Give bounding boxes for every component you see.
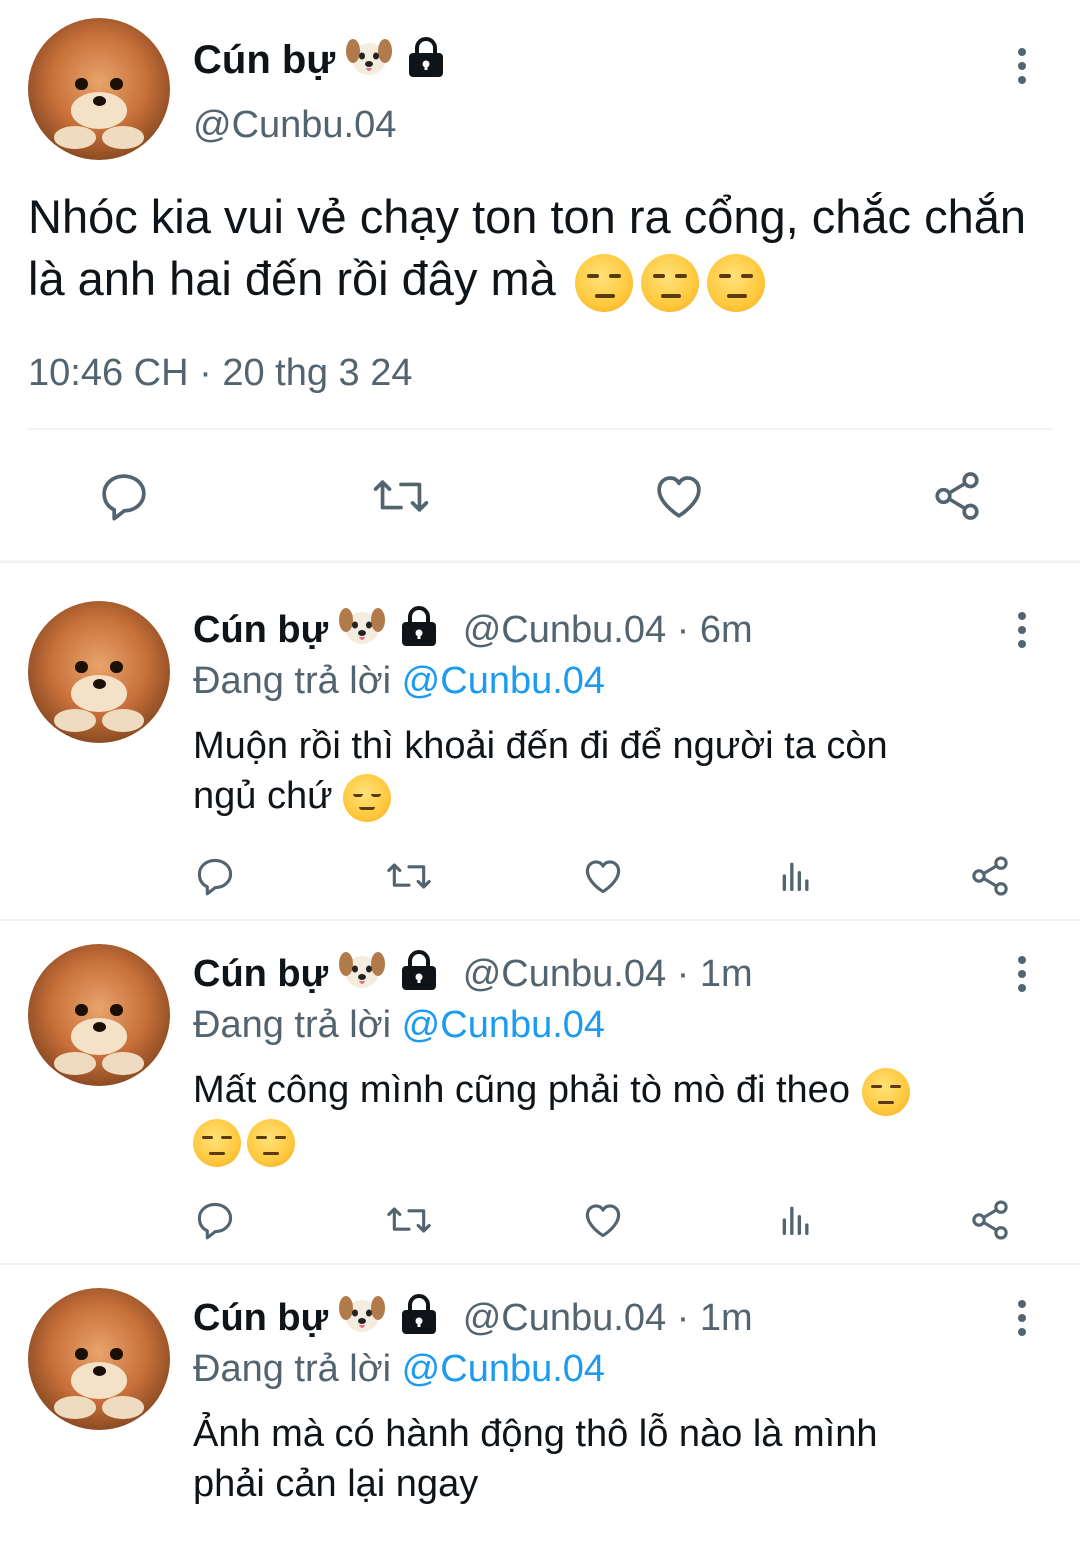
reply-text-line: Mất công mình cũng phải tò mò đi theo [193,1065,1053,1116]
author-name[interactable]: Cún bự [193,1297,328,1339]
replying-label: Đang trả lời [193,1004,392,1046]
dot-separator: · [676,1297,690,1340]
dog-face-emoji [338,1294,386,1346]
more-icon[interactable] [1016,956,1028,998]
reply-header: Cún bự @Cunbu.04 · 6m [193,606,753,658]
avatar[interactable] [28,601,170,743]
dog-face-emoji [338,950,386,1002]
tweet-text: Nhóc kia vui vẻ chạy ton ton ra cổng, ch… [28,190,1027,305]
replying-to-link[interactable]: @Cunbu.04 [402,1004,605,1046]
replying-to-link[interactable]: @Cunbu.04 [402,660,605,702]
heart-icon[interactable] [651,468,707,524]
dot-separator: · [199,352,212,394]
dog-face-emoji [345,37,393,88]
author-name: Cún bự [193,38,336,82]
tweet-text-block: Nhóc kia vui vẻ chạy ton ton ra cổng, ch… [28,186,1058,312]
replying-to: Đang trả lời @Cunbu.04 [193,1001,605,1049]
tweet-timestamp[interactable]: 10:46 CH · 20 thg 3 24 [28,350,413,396]
reply-text-line-2 [193,1116,1053,1167]
avatar[interactable] [28,944,170,1086]
reply-header: Cún bự @Cunbu.04 · 1m [193,1294,753,1346]
reply-time[interactable]: 6m [700,609,753,651]
unamused-emoji [247,1118,295,1167]
author-handle[interactable]: @Cunbu.04 [463,1297,666,1339]
retweet-icon[interactable] [371,468,431,524]
reply-time[interactable]: 1m [700,953,753,995]
author-handle[interactable]: @Cunbu.04 [463,609,666,651]
heart-icon[interactable] [581,1198,625,1242]
tweet-time: 10:46 CH [28,352,189,394]
reply-icon[interactable] [96,468,152,524]
replying-to: Đang trả lời @Cunbu.04 [193,657,605,705]
relieved-emoji [342,773,391,822]
replying-to-link[interactable]: @Cunbu.04 [402,1348,605,1390]
share-icon[interactable] [930,468,984,524]
retweet-icon[interactable] [385,854,433,898]
unamused-emoji [706,253,765,312]
reply-header: Cún bự @Cunbu.04 · 1m [193,950,753,1002]
reply-text: Ảnh mà có hành động thô lỗ nào là mình p… [193,1409,1053,1509]
reply-time[interactable]: 1m [700,1297,753,1339]
replying-label: Đang trả lời [193,1348,392,1390]
author-name[interactable]: Cún bự [193,953,328,995]
reply-text-line: Ảnh mà có hành động thô lỗ nào là mình [193,1413,878,1455]
reply-text: Muộn rồi thì khoải đến đi để người ta cò… [193,721,1053,822]
heart-icon[interactable] [581,854,625,898]
reply-text-line: Muộn rồi thì khoải đến đi để người ta cò… [193,725,888,767]
reply-icon[interactable] [193,854,237,898]
share-icon[interactable] [968,854,1012,898]
reply-icon[interactable] [193,1198,237,1242]
replying-to: Đang trả lời @Cunbu.04 [193,1345,605,1393]
reply-text-line-2: phải cản lại ngay [193,1463,479,1505]
lock-icon [398,606,440,658]
views-icon[interactable] [776,856,816,896]
lock-icon [405,36,447,88]
divider [0,919,1080,921]
more-icon[interactable] [1016,612,1028,654]
avatar[interactable] [28,18,170,160]
unamused-emoji [193,1118,241,1167]
dot-separator: · [676,953,690,996]
retweet-icon[interactable] [385,1198,433,1242]
section-divider [0,560,1080,563]
divider [0,1263,1080,1265]
dog-face-emoji [338,606,386,658]
lock-icon [398,950,440,1002]
reply-text: Mất công mình cũng phải tò mò đi theo [193,1065,1053,1167]
views-icon[interactable] [776,1200,816,1240]
reply-text-line-2: ngủ chứ [193,771,1053,822]
more-icon[interactable] [1016,1300,1028,1342]
author-handle[interactable]: @Cunbu.04 [193,102,396,148]
share-icon[interactable] [968,1198,1012,1242]
lock-icon [398,1294,440,1346]
dot-separator: · [676,609,690,652]
replying-label: Đang trả lời [193,660,392,702]
unamused-emoji [640,253,699,312]
author-name[interactable]: Cún bự [193,609,328,651]
divider [28,428,1052,430]
author-handle[interactable]: @Cunbu.04 [463,953,666,995]
avatar[interactable] [28,1288,170,1430]
tweet-date: 20 thg 3 24 [222,352,413,394]
more-icon[interactable] [1016,48,1028,90]
unamused-emoji [861,1067,910,1116]
unamused-emoji [574,253,633,312]
author-name-row[interactable]: Cún bự [193,36,447,88]
